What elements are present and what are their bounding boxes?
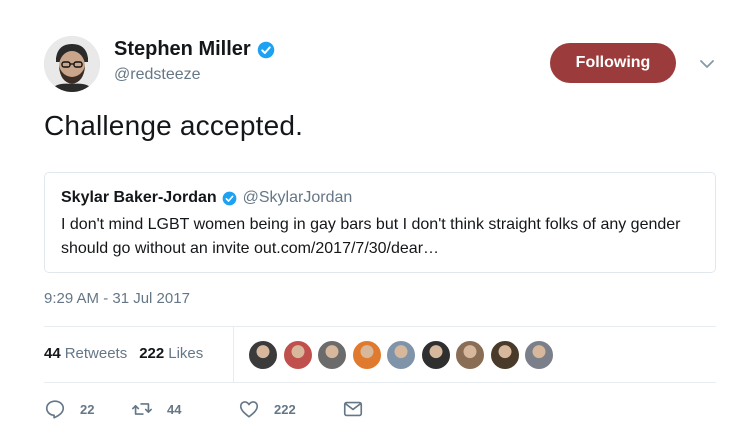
author-name[interactable]: Stephen Miller <box>114 38 275 61</box>
verified-badge-icon <box>222 191 237 205</box>
reply-count: 22 <box>80 401 95 417</box>
likes-label: Likes <box>168 345 204 362</box>
retweets-stat[interactable]: 44 Retweets <box>44 345 127 362</box>
liker-avatar[interactable] <box>282 340 313 370</box>
tweet-stats: 44 Retweets 222 Likes <box>44 345 215 362</box>
likes-stat[interactable]: 222 Likes <box>139 345 203 362</box>
liker-avatar[interactable] <box>317 340 347 370</box>
liker-avatar[interactable] <box>455 340 485 370</box>
liker-avatar[interactable] <box>489 340 520 370</box>
envelope-icon <box>343 401 363 417</box>
liker-avatar[interactable] <box>420 340 451 370</box>
divider <box>44 326 716 327</box>
liker-avatars <box>248 340 559 370</box>
heart-icon <box>239 401 259 418</box>
tweet-card: Stephen Miller @redsteeze Following Chal… <box>0 0 754 441</box>
like-button[interactable]: 222 <box>238 398 342 420</box>
direct-message-button[interactable] <box>342 398 378 420</box>
author-name-text[interactable]: Stephen Miller <box>114 38 251 61</box>
retweets-label: Retweets <box>64 345 128 362</box>
chevron-down-icon[interactable] <box>697 54 717 74</box>
quoted-author-handle: @SkylarJordan <box>242 189 353 206</box>
liker-avatar[interactable] <box>248 340 278 370</box>
retweet-button[interactable]: 44 <box>131 398 238 420</box>
following-button[interactable]: Following <box>550 43 676 83</box>
retweet-count: 44 <box>167 401 182 417</box>
quoted-tweet-text: I don't mind LGBT women being in gay bar… <box>61 216 681 257</box>
retweet-icon <box>132 403 152 415</box>
tweet-actions: 22 44 222 <box>44 398 378 420</box>
stats-separator <box>233 327 234 383</box>
likes-count: 222 <box>139 345 165 362</box>
liker-avatar[interactable] <box>386 340 416 370</box>
like-count: 222 <box>274 401 296 417</box>
author-handle[interactable]: @redsteeze <box>114 66 201 84</box>
tweet-timestamp[interactable]: 9:29 AM - 31 Jul 2017 <box>44 290 190 307</box>
quoted-tweet[interactable]: Skylar Baker-Jordan @SkylarJordan I don'… <box>44 172 716 273</box>
reply-button[interactable]: 22 <box>44 398 131 420</box>
reply-icon <box>45 400 65 419</box>
liker-avatar[interactable] <box>351 340 382 370</box>
divider <box>44 382 716 383</box>
author-avatar[interactable] <box>44 36 100 92</box>
verified-badge-icon <box>257 41 274 58</box>
quoted-author-name: Skylar Baker-Jordan <box>61 189 217 206</box>
liker-avatar[interactable] <box>524 340 554 370</box>
retweets-count: 44 <box>44 345 61 362</box>
tweet-text: Challenge accepted. <box>44 110 304 141</box>
quoted-tweet-header: Skylar Baker-Jordan @SkylarJordan <box>61 189 699 207</box>
